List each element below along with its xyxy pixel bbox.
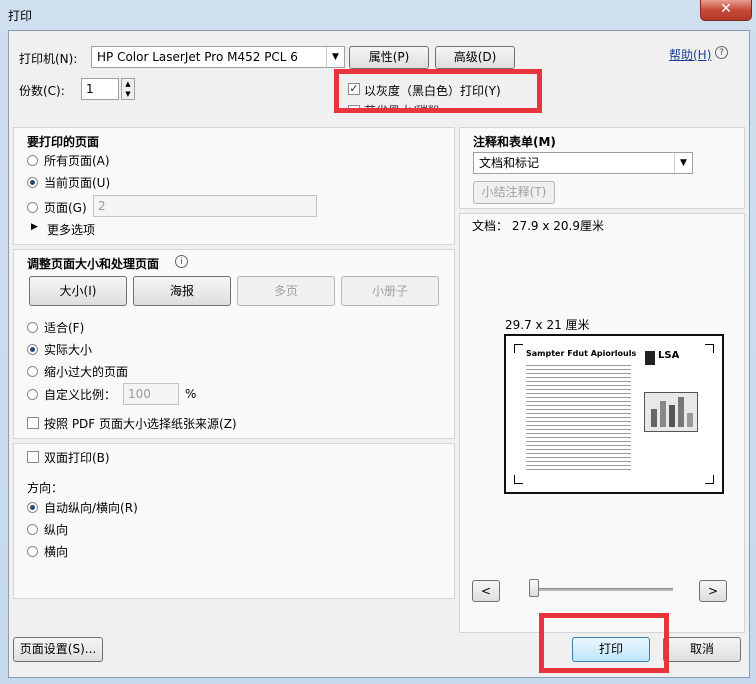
comments-heading: 注释和表单(M) (473, 135, 556, 149)
radio-fit[interactable] (27, 322, 38, 333)
radio-page-range[interactable] (27, 202, 38, 213)
radio-portrait[interactable] (27, 524, 38, 535)
tab-poster[interactable]: 海报 (133, 276, 231, 306)
shrink-label: 缩小过大的页面 (44, 365, 129, 379)
pages-heading: 要打印的页面 (27, 135, 100, 149)
crop-mark (514, 344, 523, 353)
copies-spinner[interactable]: ▲ ▼ (121, 78, 135, 100)
highlight-print-button (539, 613, 669, 673)
thumb-bar (669, 405, 675, 427)
window-title: 打印 (8, 9, 33, 23)
duplex-checkbox[interactable] (27, 451, 39, 463)
duplex-label: 双面打印(B) (44, 451, 110, 465)
help-icon[interactable]: ? (715, 46, 728, 59)
print-dialog-window: 打印 ✕ 打印机(N): HP Color LaserJet Pro M452 … (0, 0, 756, 684)
preview-chart-thumbnail (644, 392, 698, 432)
page-preview: Sampter Fdut Apiorlouls LSA (504, 334, 724, 494)
custom-scale-label: 自定义比例： (44, 388, 117, 402)
advanced-button[interactable]: 高级(D) (435, 46, 515, 69)
logo-mark-icon (645, 351, 655, 365)
paper-source-label: 按照 PDF 页面大小选择纸张来源(Z) (44, 417, 237, 431)
radio-current-page[interactable] (27, 177, 38, 188)
crop-mark (705, 475, 714, 484)
page-range-label: 页面(G) (44, 201, 87, 215)
thumb-bar (678, 397, 684, 427)
info-icon[interactable]: i (175, 255, 188, 268)
custom-scale-input[interactable]: 100 (123, 383, 179, 405)
radio-shrink[interactable] (27, 366, 38, 377)
page-slider-track[interactable] (531, 588, 673, 591)
paper-size: 29.7 x 21 厘米 (505, 318, 590, 332)
help-link[interactable]: 帮助(H) (669, 46, 711, 63)
orientation-label: 方向： (27, 481, 64, 495)
copies-input[interactable]: 1 (81, 78, 119, 100)
thumb-bar (660, 401, 666, 427)
radio-all-pages[interactable] (27, 155, 38, 166)
next-page-button[interactable]: > (699, 580, 727, 602)
more-options-link[interactable]: 更多选项 (47, 221, 95, 238)
radio-landscape[interactable] (27, 546, 38, 557)
sizing-heading: 调整页面大小和处理页面 (27, 257, 160, 271)
tab-size[interactable]: 大小(I) (29, 276, 127, 306)
crop-mark (514, 475, 523, 484)
duplex-panel (13, 443, 455, 599)
tab-multiple[interactable]: 多页 (237, 276, 335, 306)
radio-custom-scale[interactable] (27, 389, 38, 400)
radio-auto-orientation[interactable] (27, 502, 38, 513)
all-pages-label: 所有页面(A) (44, 154, 110, 168)
actual-size-label: 实际大小 (44, 343, 93, 357)
summarize-comments-button[interactable]: 小结注释(T) (473, 181, 555, 204)
printer-select-value: HP Color LaserJet Pro M452 PCL 6 (97, 50, 298, 64)
highlight-grayscale (334, 69, 542, 113)
title-bar[interactable]: 打印 ✕ (0, 0, 756, 30)
copies-label: 份数(C): (19, 84, 65, 98)
document-size: 文档： 27.9 x 20.9厘米 (472, 219, 604, 233)
crop-mark (705, 344, 714, 353)
comments-select-value: 文档和标记 (479, 156, 540, 170)
portrait-label: 纵向 (44, 523, 69, 537)
dialog-client-area: 打印机(N): HP Color LaserJet Pro M452 PCL 6… (8, 30, 750, 678)
preview-table-lines (526, 362, 631, 472)
prev-page-button[interactable]: < (472, 580, 500, 602)
fit-label: 适合(F) (44, 321, 85, 335)
properties-button[interactable]: 属性(P) (349, 46, 429, 69)
chevron-down-icon: ▼ (674, 153, 692, 173)
expand-triangle-icon[interactable]: ▶ (31, 222, 38, 232)
tab-booklet[interactable]: 小册子 (341, 276, 439, 306)
percent-label: % (185, 387, 197, 401)
cancel-button[interactable]: 取消 (663, 637, 741, 662)
close-button[interactable]: ✕ (700, 0, 752, 21)
printer-label: 打印机(N): (19, 52, 78, 66)
preview-sheet-title: Sampter Fdut Apiorlouls (526, 349, 637, 358)
page-range-input[interactable]: 2 (93, 195, 317, 217)
close-icon: ✕ (720, 1, 732, 17)
chevron-down-icon: ▼ (326, 47, 344, 67)
thumb-bar (651, 409, 657, 427)
page-setup-button[interactable]: 页面设置(S)... (13, 637, 103, 662)
thumb-bar (687, 413, 693, 427)
comments-select[interactable]: 文档和标记 ▼ (473, 152, 693, 174)
radio-actual-size[interactable] (27, 344, 38, 355)
page-slider-thumb[interactable] (529, 579, 539, 597)
printer-select[interactable]: HP Color LaserJet Pro M452 PCL 6 ▼ (91, 46, 345, 68)
preview-sheet-logo: LSA (658, 350, 680, 361)
landscape-label: 横向 (44, 545, 69, 559)
paper-source-checkbox[interactable] (27, 417, 39, 429)
current-page-label: 当前页面(U) (44, 176, 111, 190)
auto-orientation-label: 自动纵向/横向(R) (44, 501, 138, 515)
